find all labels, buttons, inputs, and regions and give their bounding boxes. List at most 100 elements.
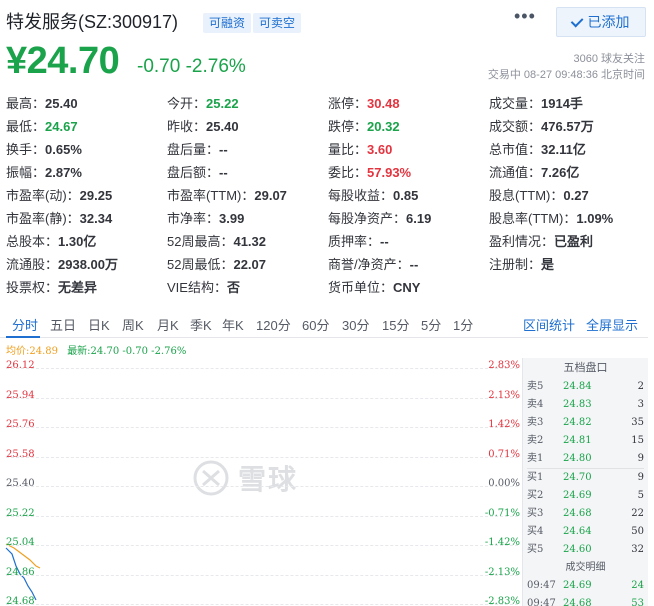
chart-gridline bbox=[6, 545, 518, 546]
y-axis-price-label: 26.12 bbox=[6, 360, 35, 371]
order-volume: 35 bbox=[631, 417, 644, 428]
active-tab-indicator bbox=[6, 336, 40, 338]
tab-period[interactable]: 季K bbox=[190, 315, 212, 334]
tab-period[interactable]: 30分 bbox=[342, 315, 369, 334]
chart-gridline bbox=[6, 574, 518, 576]
order-price: 24.70 bbox=[563, 472, 592, 483]
y-axis-percent-label: 2.83% bbox=[488, 360, 520, 371]
quote-value: -- bbox=[380, 234, 389, 249]
y-axis-price-label: 25.40 bbox=[6, 478, 35, 489]
quote-label: 今开： bbox=[167, 96, 207, 111]
quote-value: -- bbox=[409, 257, 419, 272]
current-price: ¥24.70 bbox=[6, 40, 120, 82]
quote-value: 476.57万 bbox=[541, 119, 594, 134]
quote-label: 流通值： bbox=[489, 165, 542, 180]
quote-value: 3.60 bbox=[367, 142, 393, 157]
quote-label: 盈利情况： bbox=[489, 234, 555, 249]
tab-period[interactable]: 五日 bbox=[50, 315, 76, 334]
quote-cell: 每股收益：0.85 bbox=[328, 184, 489, 207]
tab-period[interactable]: 60分 bbox=[302, 315, 329, 334]
tab-period[interactable]: 15分 bbox=[382, 315, 409, 334]
quote-value: 1914手 bbox=[541, 96, 583, 111]
quote-cell: 市净率：3.99 bbox=[167, 207, 328, 230]
order-book-row: 卖4 24.83 3 bbox=[523, 396, 648, 414]
more-options-button[interactable]: ••• bbox=[514, 6, 536, 27]
order-price: 24.68 bbox=[563, 508, 592, 519]
quote-label: 52周最高： bbox=[167, 234, 234, 249]
quote-value: 2.87% bbox=[45, 165, 82, 180]
order-volume: 9 bbox=[637, 453, 644, 464]
quote-label: 市盈率(TTM)： bbox=[167, 188, 255, 203]
tab-period[interactable]: 日K bbox=[88, 315, 110, 334]
order-book-row: 09:47 24.69 24 bbox=[523, 577, 648, 595]
quote-cell: 最低：24.67 bbox=[6, 115, 167, 138]
quote-cell: 成交量：1914手 bbox=[489, 92, 650, 115]
latest-price-legend: 最新:24.70 -0.70 -2.76% bbox=[67, 346, 187, 357]
quote-value: 7.26亿 bbox=[541, 165, 580, 180]
quote-row: 总股本：1.30亿 52周最高：41.32 质押率：-- 盈利情况：已盈利 bbox=[6, 230, 650, 253]
quote-row: 市盈率(动)：29.25 市盈率(TTM)：29.07 每股收益：0.85 股息(TT… bbox=[6, 184, 650, 207]
tag-margin-trading[interactable]: 可融资 bbox=[203, 13, 252, 33]
quote-label: 涨停： bbox=[328, 96, 368, 111]
intraday-chart[interactable]: 雪球 26.12 2.83% 25.94 2.13% 25.76 1.42% 25.58 0.… bbox=[0, 358, 522, 606]
tab-period[interactable]: 分时 bbox=[12, 315, 38, 334]
quote-value: 1.09% bbox=[576, 211, 614, 226]
tab-period[interactable]: 5分 bbox=[421, 315, 441, 334]
quote-row: 换手：0.65% 盘后量：-- 量比：3.60 总市值：32.11亿 bbox=[6, 138, 650, 161]
quote-label: 振幅： bbox=[6, 165, 46, 180]
quote-cell: 跌停：20.32 bbox=[328, 115, 489, 138]
trade-time: 09:47 bbox=[527, 598, 556, 606]
order-level-label: 卖3 bbox=[527, 417, 544, 428]
quote-cell: 流通股：2938.00万 bbox=[6, 253, 167, 276]
range-stats-button[interactable]: 区间统计 bbox=[523, 315, 575, 334]
tag-short-selling[interactable]: 可卖空 bbox=[253, 13, 302, 33]
y-axis-price-label: 25.22 bbox=[6, 507, 35, 519]
quote-cell: 52周最高：41.32 bbox=[167, 230, 328, 253]
tab-period[interactable]: 1分 bbox=[453, 315, 473, 334]
quote-label: 委比： bbox=[328, 165, 368, 180]
quote-cell: 市盈率(静)：32.34 bbox=[6, 207, 167, 230]
order-price: 24.60 bbox=[563, 544, 592, 555]
quote-value: 22.07 bbox=[233, 257, 267, 272]
y-axis-price-label: 25.94 bbox=[6, 389, 35, 401]
quote-cell: 投票权：无差异 bbox=[6, 276, 167, 299]
order-level-label: 卖5 bbox=[527, 381, 544, 392]
tab-period[interactable]: 月K bbox=[157, 315, 179, 334]
tab-period[interactable]: 年K bbox=[222, 315, 244, 334]
order-price: 24.83 bbox=[563, 399, 592, 410]
order-volume: 22 bbox=[631, 508, 644, 519]
trade-status-time: 交易中 08-27 09:48:36 北京时间 bbox=[487, 69, 645, 81]
fullscreen-button[interactable]: 全屏显示 bbox=[586, 315, 638, 334]
quote-row: 振幅：2.87% 盘后额：-- 委比：57.93% 流通值：7.26亿 bbox=[6, 161, 650, 184]
chart-gridline bbox=[6, 604, 518, 605]
tab-period[interactable]: 120分 bbox=[256, 315, 291, 334]
quote-cell: 股息率(TTM)：1.09% bbox=[489, 207, 650, 230]
quote-value: 20.32 bbox=[367, 119, 400, 134]
quote-row: 流通股：2938.00万 52周最低：22.07 商誉/净资产：-- 注册制：是 bbox=[6, 253, 650, 276]
quote-value: 是 bbox=[541, 257, 555, 272]
quote-table: 最高：25.40 今开：25.22 涨停：30.48 成交量：1914手 最低：24.6… bbox=[6, 92, 650, 299]
quote-cell: 货币单位：CNY bbox=[328, 276, 489, 299]
order-volume: 2 bbox=[637, 381, 644, 392]
y-axis-percent-label: -0.71% bbox=[484, 507, 520, 519]
follow-button[interactable]: 已添加 bbox=[556, 7, 646, 37]
quote-value: CNY bbox=[393, 280, 421, 295]
y-axis-price-label: 25.04 bbox=[6, 537, 35, 548]
tab-period[interactable]: 周K bbox=[122, 315, 144, 334]
quote-cell: 盘后额：-- bbox=[167, 161, 328, 184]
quote-label: 换手： bbox=[6, 142, 46, 157]
quote-value: 57.93% bbox=[367, 165, 412, 180]
trade-details-title: 成交明细 bbox=[565, 562, 606, 573]
order-volume: 24 bbox=[631, 580, 644, 591]
quote-label: 投票权： bbox=[6, 280, 59, 295]
stock-header: 特发服务(SZ:300917) 可融资 可卖空 ••• 已添加 bbox=[0, 0, 654, 40]
quote-label: 最高： bbox=[6, 96, 46, 111]
quote-cell: 委比：57.93% bbox=[328, 161, 489, 184]
quote-value: 无差异 bbox=[58, 280, 98, 295]
quote-label: 股息率(TTM)： bbox=[489, 211, 577, 226]
quote-cell: 涨停：30.48 bbox=[328, 92, 489, 115]
quote-cell: 盈利情况：已盈利 bbox=[489, 230, 650, 253]
y-axis-percent-label: -1.42% bbox=[484, 537, 520, 548]
chart-period-tabs: 分时 五日 日K 周K 月K 季K 年K 120分 60分 30分 15分 5分 1分 区间统计 全屏显示 bbox=[0, 310, 648, 338]
chart-gridline bbox=[6, 397, 518, 399]
